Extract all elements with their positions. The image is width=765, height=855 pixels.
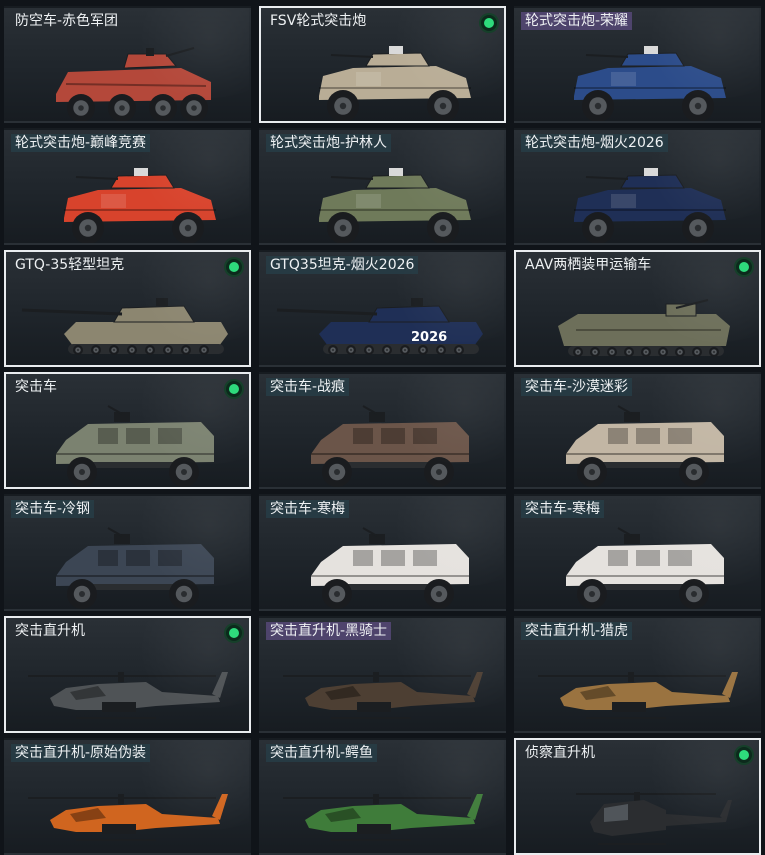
- light-tank-icon: [21, 298, 228, 355]
- vehicle-name-label: GTQ35坦克-烟火2026: [266, 256, 419, 274]
- wheeled-assault-gun-icon: [574, 168, 726, 243]
- vehicle-card[interactable]: 轮式突击炮-荣耀: [514, 6, 761, 123]
- vehicle-name-label: 突击直升机: [15, 623, 85, 639]
- vehicle-name-label: AAV两栖装甲运输车: [525, 257, 652, 273]
- vehicle-skin-grid: 防空车-赤色军团 FSV轮式突击炮 轮式突击炮-荣耀轮式突击炮-巅峰竞赛 轮式突击炮-…: [0, 0, 765, 855]
- vehicle-card[interactable]: 突击车-战痕: [259, 372, 506, 489]
- vehicle-name-label: 轮式突击炮-烟火2026: [521, 134, 668, 152]
- equipped-indicator-icon: [481, 15, 497, 31]
- hull-number-text: 2026: [411, 330, 447, 345]
- vehicle-card[interactable]: GTQ-35轻型坦克: [4, 250, 251, 367]
- vehicle-card[interactable]: 轮式突击炮-巅峰竞赛: [4, 128, 251, 245]
- vehicle-card[interactable]: 突击车-寒梅: [259, 494, 506, 611]
- wheeled-assault-gun-icon: [319, 46, 471, 121]
- vehicle-name-label: 轮式突击炮-荣耀: [521, 12, 633, 30]
- vehicle-card[interactable]: AAV两栖装甲运输车: [514, 250, 761, 367]
- vehicle-card[interactable]: 2026 GTQ35坦克-烟火2026: [259, 250, 506, 367]
- attack-helicopter-icon: [28, 794, 228, 841]
- vehicle-name-label: 突击车-战痕: [266, 378, 350, 396]
- vehicle-name-label: 防空车-赤色军团: [15, 13, 119, 29]
- vehicle-name-label: 突击车: [15, 379, 57, 395]
- equipped-indicator-icon: [226, 381, 242, 397]
- vehicle-name-label: GTQ-35轻型坦克: [15, 257, 125, 273]
- light-tank-icon: 2026: [276, 298, 483, 355]
- attack-helicopter-icon: [283, 672, 483, 719]
- wheeled-assault-gun-icon: [319, 168, 471, 243]
- vehicle-name-label: 侦察直升机: [525, 745, 595, 761]
- attack-helicopter-icon: [28, 672, 228, 719]
- vehicle-card[interactable]: FSV轮式突击炮: [259, 6, 506, 123]
- vehicle-card[interactable]: 轮式突击炮-护林人: [259, 128, 506, 245]
- attack-helicopter-icon: [283, 794, 483, 841]
- vehicle-name-label: 轮式突击炮-护林人: [266, 134, 392, 152]
- vehicle-card[interactable]: 突击直升机-原始伪装: [4, 738, 251, 855]
- vehicle-name-label: 轮式突击炮-巅峰竞赛: [11, 134, 151, 152]
- vehicle-name-label: 突击直升机-黑骑士: [266, 622, 392, 640]
- vehicle-card[interactable]: 突击直升机-猎虎: [514, 616, 761, 733]
- vehicle-name-label: 突击车-寒梅: [521, 500, 605, 518]
- assault-vehicle-icon: [566, 527, 724, 609]
- vehicle-card[interactable]: 突击车-沙漠迷彩: [514, 372, 761, 489]
- vehicle-card[interactable]: 防空车-赤色军团: [4, 6, 251, 123]
- wheeled-assault-gun-icon: [64, 168, 216, 243]
- vehicle-name-label: 突击直升机-原始伪装: [11, 744, 151, 762]
- equipped-indicator-icon: [226, 259, 242, 275]
- equipped-indicator-icon: [736, 747, 752, 763]
- scout-helicopter-icon: [576, 792, 732, 845]
- assault-vehicle-icon: [56, 527, 214, 609]
- vehicle-card[interactable]: 轮式突击炮-烟火2026: [514, 128, 761, 245]
- vehicle-card[interactable]: 突击车-冷钢: [4, 494, 251, 611]
- assault-vehicle-icon: [56, 405, 214, 487]
- vehicle-card[interactable]: 突击直升机-鳄鱼: [259, 738, 506, 855]
- vehicle-card[interactable]: 突击车-寒梅: [514, 494, 761, 611]
- anti-air-vehicle-icon: [56, 47, 211, 121]
- equipped-indicator-icon: [736, 259, 752, 275]
- vehicle-name-label: FSV轮式突击炮: [270, 13, 367, 29]
- vehicle-card[interactable]: 突击直升机-黑骑士: [259, 616, 506, 733]
- vehicle-name-label: 突击直升机-鳄鱼: [266, 744, 378, 762]
- vehicle-name-label: 突击车-沙漠迷彩: [521, 378, 633, 396]
- assault-vehicle-icon: [311, 527, 469, 609]
- vehicle-name-label: 突击直升机-猎虎: [521, 622, 633, 640]
- vehicle-card[interactable]: 侦察直升机: [514, 738, 761, 855]
- wheeled-assault-gun-icon: [574, 46, 726, 121]
- vehicle-name-label: 突击车-寒梅: [266, 500, 350, 518]
- vehicle-card[interactable]: 突击车: [4, 372, 251, 489]
- attack-helicopter-icon: [538, 672, 738, 719]
- amphibious-vehicle-icon: [558, 299, 730, 357]
- assault-vehicle-icon: [311, 405, 469, 487]
- vehicle-name-label: 突击车-冷钢: [11, 500, 95, 518]
- equipped-indicator-icon: [226, 625, 242, 641]
- assault-vehicle-icon: [566, 405, 724, 487]
- vehicle-card[interactable]: 突击直升机: [4, 616, 251, 733]
